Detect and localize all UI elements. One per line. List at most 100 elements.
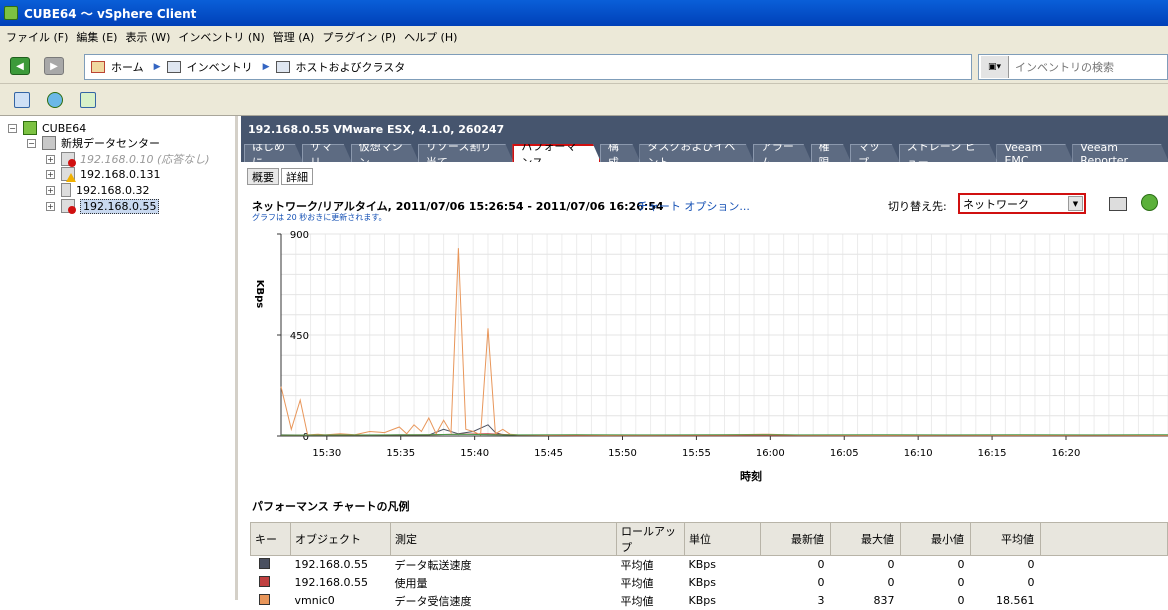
legend-col-object[interactable]: オブジェクト xyxy=(290,522,391,556)
dropdown-arrow-icon[interactable]: ▼ xyxy=(1068,196,1083,211)
menu-file[interactable]: ファイル (F) xyxy=(6,29,68,45)
expand-icon[interactable]: + xyxy=(46,185,55,195)
legend-unit: KBps xyxy=(688,576,716,589)
search-scope-dropdown-icon[interactable]: ▣▾ xyxy=(981,56,1009,78)
breadcrumb-hosts-clusters[interactable]: ▶ ホストおよびクラスタ xyxy=(262,59,405,75)
legend-latest: 3 xyxy=(817,594,825,607)
legend-col-measure[interactable]: 測定 xyxy=(390,522,617,556)
tab-veeam-reporter[interactable]: Veeam Reporter xyxy=(1072,144,1168,162)
legend-max: 837 xyxy=(873,594,895,607)
expand-icon[interactable]: + xyxy=(46,201,55,211)
chart-options-link[interactable]: チャート オプション... xyxy=(637,198,750,214)
tab-resource-allocation[interactable]: リソース割り当て xyxy=(418,144,513,162)
menu-help[interactable]: ヘルプ (H) xyxy=(404,29,457,45)
vcenter-icon xyxy=(23,121,37,135)
refresh-icon[interactable] xyxy=(1141,194,1158,211)
tab-getting-started[interactable]: はじめに xyxy=(244,144,303,162)
legend-col-latest[interactable]: 最新値 xyxy=(760,522,831,556)
legend-header-row: キー オブジェクト 測定 ロールアップ 単位 最新値 最大値 最小値 平均値 xyxy=(250,522,1168,556)
legend-row[interactable]: 192.168.0.55 使用量 平均値 KBps 0 0 0 0 xyxy=(251,574,1168,592)
legend-latest: 0 xyxy=(817,558,825,572)
print-icon[interactable] xyxy=(1109,197,1127,211)
y-axis-label: KBps xyxy=(254,280,265,309)
expand-icon[interactable]: + xyxy=(46,169,55,179)
legend-object: 192.168.0.55 xyxy=(294,558,368,572)
tree-item-host[interactable]: + 192.168.0.32 xyxy=(46,182,149,198)
menu-edit[interactable]: 編集 (E) xyxy=(76,29,117,45)
legend-measure: データ転送速度 xyxy=(394,558,472,572)
menu-admin[interactable]: 管理 (A) xyxy=(273,29,315,45)
inventory-icon xyxy=(166,61,181,73)
tab-summary[interactable]: サマリ xyxy=(302,144,352,162)
tab-maps[interactable]: マップ xyxy=(850,144,900,162)
window-title: CUBE64 ～ vSphere Client xyxy=(24,6,197,21)
collapse-icon[interactable]: − xyxy=(27,138,36,148)
breadcrumb-inventory[interactable]: ▶ インベントリ xyxy=(154,59,253,75)
y-tick-label: 0 xyxy=(303,432,309,443)
legend-row[interactable]: 192.168.0.55 データ転送速度 平均値 KBps 0 0 0 0 xyxy=(251,556,1168,574)
legend-average: 0 xyxy=(1027,558,1035,572)
add-host-icon[interactable] xyxy=(14,92,30,108)
breadcrumb-home[interactable]: ホーム xyxy=(91,59,144,75)
datacenter-icon xyxy=(42,136,56,150)
tab-virtual-machines[interactable]: 仮想マシン xyxy=(351,144,419,162)
tree-host-label: 192.168.0.55 xyxy=(80,198,160,214)
legend-col-average[interactable]: 平均値 xyxy=(970,522,1041,556)
x-tick-label: 16:10 xyxy=(904,448,933,459)
tree-item-host[interactable]: + 192.168.0.10 (応答なし) xyxy=(46,151,210,167)
legend-col-rollup[interactable]: ロールアップ xyxy=(616,522,685,556)
menu-inventory[interactable]: インベントリ (N) xyxy=(178,29,264,45)
legend-latest: 0 xyxy=(817,576,825,589)
legend-col-max[interactable]: 最大値 xyxy=(830,522,901,556)
back-arrow-icon[interactable]: ◀ xyxy=(10,57,30,75)
tree-item-host[interactable]: + 192.168.0.131 xyxy=(46,166,160,182)
legend-col-key[interactable]: キー xyxy=(250,522,291,556)
legend-col-unit[interactable]: 単位 xyxy=(684,522,761,556)
tree-datacenter-label: 新規データセンター xyxy=(61,137,160,150)
new-datacenter-icon[interactable] xyxy=(47,92,63,108)
switch-to-select[interactable]: ネットワーク ▼ xyxy=(958,193,1086,214)
vsphere-app-icon xyxy=(4,6,18,20)
action-toolbar xyxy=(0,84,1168,116)
legend-average: 0 xyxy=(1027,576,1035,589)
subtab-advanced[interactable]: 詳細 xyxy=(281,168,313,185)
tab-veeam-emc[interactable]: Veeam EMC xyxy=(996,144,1073,162)
inventory-search: ▣▾ xyxy=(978,54,1168,80)
legend-unit: KBps xyxy=(688,594,716,607)
hosts-clusters-icon xyxy=(275,61,290,73)
legend-unit: KBps xyxy=(688,558,716,572)
expand-icon[interactable]: + xyxy=(46,154,55,164)
menu-plugins[interactable]: プラグイン (P) xyxy=(322,29,396,45)
tab-tasks-events[interactable]: タスクおよびイベント xyxy=(639,144,753,162)
tab-storage-views[interactable]: ストレージ ビュー xyxy=(899,144,998,162)
legend-max: 0 xyxy=(887,558,895,572)
tree-item-datacenter[interactable]: − 新規データセンター xyxy=(27,135,160,151)
switch-to-label: 切り替え先: xyxy=(888,200,947,213)
forward-arrow-icon[interactable]: ▶ xyxy=(44,57,64,75)
legend-swatch xyxy=(258,593,270,605)
legend-row[interactable]: vmnic0 データ受信速度 平均値 KBps 3 837 0 18.561 xyxy=(251,592,1168,610)
breadcrumb-separator-icon: ▶ xyxy=(153,62,161,72)
tab-alarms[interactable]: アラーム xyxy=(753,144,812,162)
legend-average: 18.561 xyxy=(996,594,1035,607)
breadcrumb-inventory-label: インベントリ xyxy=(186,61,253,74)
legend-col-min[interactable]: 最小値 xyxy=(900,522,971,556)
tab-performance[interactable]: パフォーマンス xyxy=(512,144,601,162)
x-tick-label: 15:45 xyxy=(534,448,563,459)
window-titlebar: CUBE64 ～ vSphere Client xyxy=(0,0,1168,26)
host-header: 192.168.0.55 VMware ESX, 4.1.0, 260247 は… xyxy=(241,116,1168,162)
tree-root-label: CUBE64 xyxy=(42,121,87,135)
new-cluster-icon[interactable] xyxy=(80,92,96,108)
tree-item-host-selected[interactable]: + 192.168.0.55 xyxy=(46,198,160,214)
subtab-overview[interactable]: 概要 xyxy=(247,168,279,185)
switch-to-value: ネットワーク xyxy=(963,197,1029,211)
search-input[interactable] xyxy=(1015,60,1165,74)
x-tick-label: 16:05 xyxy=(830,448,859,459)
collapse-icon[interactable]: − xyxy=(8,123,17,133)
menu-view[interactable]: 表示 (W) xyxy=(125,29,170,45)
tab-permissions[interactable]: 権限 xyxy=(811,144,851,162)
breadcrumb-separator-icon: ▶ xyxy=(262,62,270,72)
tab-configuration[interactable]: 構成 xyxy=(600,144,640,162)
tree-item-root[interactable]: − CUBE64 xyxy=(8,120,86,136)
legend-table: キー オブジェクト 測定 ロールアップ 単位 最新値 最大値 最小値 平均値 1… xyxy=(250,522,1168,610)
